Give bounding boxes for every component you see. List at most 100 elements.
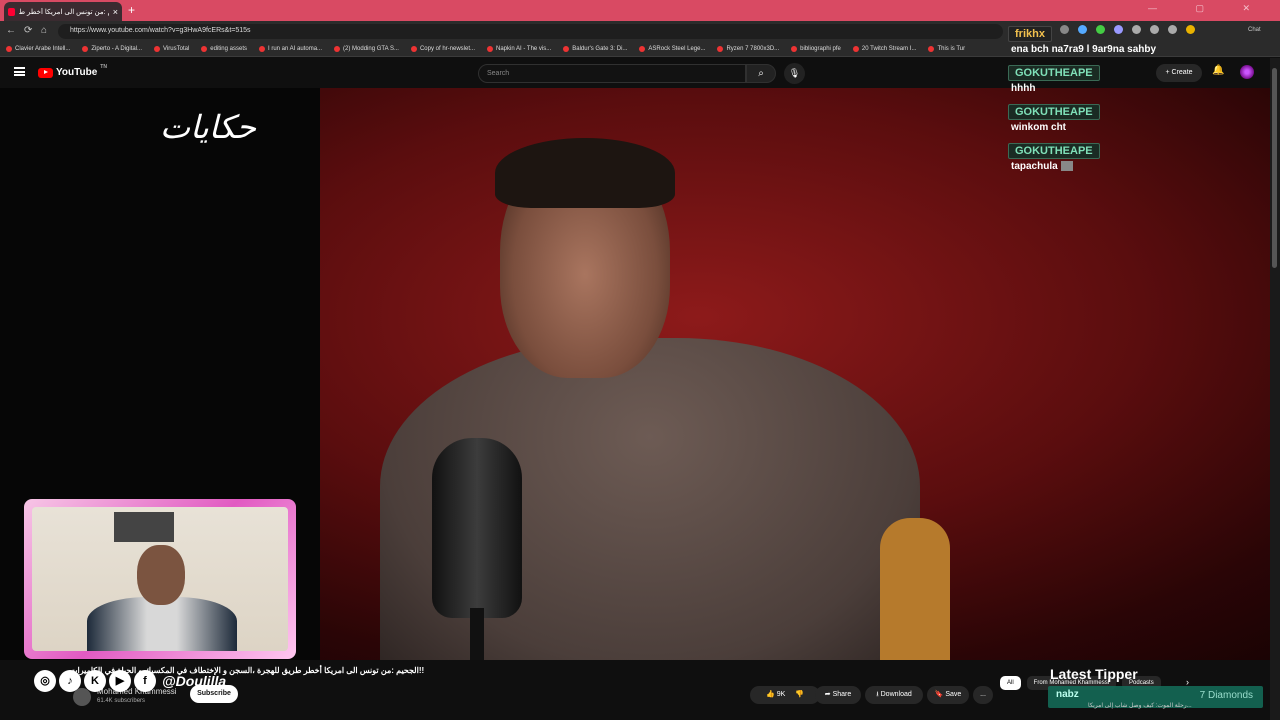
bookmark-icon (334, 46, 341, 52)
chat-message: ena bch na7ra9 l 9ar9na sahby (1011, 44, 1157, 55)
save-button[interactable]: 🔖 Save (927, 686, 969, 704)
bookmark-icon (259, 46, 265, 52)
youtube-favicon-icon (8, 7, 15, 16)
bookmark-icon (717, 46, 724, 52)
webcam-frame (24, 499, 296, 659)
bookmark-icon (154, 46, 161, 52)
instagram-icon: ◎ (34, 670, 56, 692)
bookmark-icon (563, 46, 570, 52)
bookmark-item[interactable]: Baldur's Gate 3: Di... (563, 46, 627, 52)
page-scrollbar[interactable] (1270, 58, 1280, 720)
bookmark-label: Copy of hr-newslet... (419, 46, 475, 52)
latest-tipper-title: Latest Tipper (1050, 666, 1138, 682)
webcam-poster (114, 512, 174, 542)
window-controls[interactable]: — ▢ ✕ (1148, 3, 1268, 14)
bookmark-icon (852, 46, 859, 52)
search-icon[interactable]: ⌕ (746, 64, 776, 83)
youtube-logo-text: YouTube (56, 67, 98, 78)
webcam-person-body (87, 597, 237, 651)
bookmark-item[interactable]: VirusTotal (154, 46, 189, 52)
bookmark-label: I run an AI automa... (268, 46, 323, 52)
bookmark-item[interactable]: ASRock Steel Lege... (639, 46, 705, 52)
dislike-icon[interactable]: 👎 (795, 691, 804, 698)
bookmark-label: Ziperto - A Digital... (91, 46, 143, 52)
search-input[interactable]: Search (478, 64, 746, 83)
bookmark-label: Baldur's Gate 3: Di... (572, 46, 628, 52)
share-label: Share (832, 691, 852, 698)
tipper-amount: 7 Diamonds (1199, 690, 1253, 701)
new-tab-button[interactable]: + (128, 3, 135, 17)
bookmark-item[interactable]: Napkin AI - The vis... (487, 46, 551, 52)
url-field[interactable]: https://www.youtube.com/watch?v=g3HwA9fc… (58, 24, 1003, 39)
scrollbar-thumb[interactable] (1272, 68, 1277, 268)
chat-username: GOKUTHEAPE (1008, 65, 1100, 81)
tab-close-icon[interactable]: × (113, 7, 118, 17)
mic-icon[interactable]: 🎙 (784, 63, 805, 84)
webcam-feed (32, 507, 288, 651)
reload-icon[interactable]: ⟳ (24, 25, 32, 36)
browser-tab[interactable]: الجحيم :من تونس الى امريكا أخطر ط × (4, 2, 122, 21)
save-icon: 🔖 (934, 691, 944, 698)
bookmark-item[interactable]: bibliographi pfe (791, 46, 841, 52)
download-button[interactable]: ⭳ Download (865, 686, 923, 704)
youtube-country-code: TN (100, 63, 107, 70)
bookmark-item[interactable]: This is Tur (928, 46, 965, 52)
bookmark-label: bibliographi pfe (800, 46, 841, 52)
video-microphone-pole (470, 608, 484, 660)
bookmark-label: (2) Modding GTA S... (343, 46, 399, 52)
youtube-play-icon (38, 67, 53, 78)
bookmark-icon (487, 46, 493, 52)
filter-chip[interactable]: All (1000, 676, 1021, 690)
video-overlay-logo: حكايات (160, 108, 256, 146)
bookmark-item[interactable]: Ryzen 7 7800x3D... (717, 46, 779, 52)
bookmark-item[interactable]: I run an AI automa... (259, 46, 322, 52)
share-icon: ➦ (824, 691, 831, 698)
video-person-hair (495, 138, 675, 208)
more-button[interactable]: ... (973, 686, 993, 704)
youtube-logo[interactable]: YouTube TN (38, 63, 107, 78)
menu-icon[interactable] (14, 67, 25, 76)
bookmark-label: This is Tur (937, 46, 966, 52)
chat-username: GOKUTHEAPE (1008, 104, 1100, 120)
chat-username: GOKUTHEAPE (1008, 143, 1100, 159)
bookmark-label: 20 Twitch Stream I... (861, 46, 917, 52)
webcam-person-head (137, 545, 185, 605)
bookmark-icon (201, 46, 208, 52)
bookmark-icon (410, 46, 417, 52)
video-microphone (432, 438, 522, 618)
stream-chat: frikhx ena bch na7ra9 l 9ar9na sahby GOK… (1008, 24, 1270, 172)
emote-icon (1060, 161, 1073, 172)
tipper-name: nabz (1056, 689, 1079, 700)
chat-message: winkom cht (1011, 122, 1067, 133)
bookmark-label: ASRock Steel Lege... (648, 46, 706, 52)
bookmark-icon (639, 46, 646, 52)
bookmark-item[interactable]: Ziperto - A Digital... (82, 46, 142, 52)
bookmark-icon (928, 46, 935, 52)
bookmark-item[interactable]: Copy of hr-newslet... (410, 46, 475, 52)
bookmark-item[interactable]: (2) Modding GTA S... (334, 46, 399, 52)
like-dislike-button[interactable]: 👍 9K 👎 (750, 686, 820, 704)
bookmark-label: VirusTotal (163, 46, 190, 52)
bookmark-icon (82, 46, 89, 52)
chat-message: tapachula (1011, 161, 1270, 172)
facebook-icon: f (134, 670, 156, 692)
bookmark-label: Clavier Arabe Intell... (15, 46, 71, 52)
home-icon[interactable]: ⌂ (41, 25, 47, 36)
bookmark-item[interactable]: 20 Twitch Stream I... (852, 46, 917, 52)
share-button[interactable]: ➦ Share (815, 686, 861, 704)
tiktok-icon: ♪ (59, 670, 81, 692)
bookmark-item[interactable]: Clavier Arabe Intell... (6, 46, 70, 52)
like-icon[interactable]: 👍 (766, 691, 775, 698)
chat-username: frikhx (1008, 26, 1052, 42)
bookmark-item[interactable]: editing assets (201, 46, 247, 52)
youtube-icon: ▶ (109, 670, 131, 692)
chat-message-text: tapachula (1011, 161, 1058, 172)
bookmark-label: editing assets (210, 46, 247, 52)
download-label: Download (880, 691, 912, 698)
bookmark-icon (791, 46, 798, 52)
back-icon[interactable]: ← (6, 25, 16, 36)
side-video-title[interactable]: رحلة الموت: كيف وصل شاب إلى امريكا... (1088, 702, 1192, 709)
chat-message: hhhh (1011, 83, 1036, 94)
tab-title: الجحيم :من تونس الى امريكا أخطر ط (18, 8, 109, 16)
subscribe-button[interactable]: Subscribe (190, 685, 238, 703)
